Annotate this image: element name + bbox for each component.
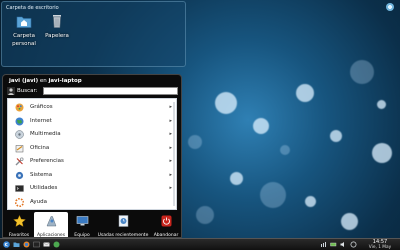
office-icon xyxy=(15,144,24,152)
menu-item-label: Oficina xyxy=(30,144,50,151)
internet-icon xyxy=(15,117,24,125)
menu-item-label: Sistema xyxy=(30,171,53,178)
trash-icon xyxy=(53,15,61,28)
desktop-icon-home[interactable]: Carpeta personal xyxy=(7,13,41,47)
network-icon[interactable] xyxy=(320,241,327,248)
desktop-icon-home-label-2: personal xyxy=(12,40,36,47)
folder-view-widget: Carpeta de escritorio Carpeta personal P… xyxy=(1,1,186,67)
computer-icon xyxy=(76,216,88,226)
menu-item-label: Preferencias xyxy=(30,158,64,164)
user-connector: en xyxy=(39,78,47,84)
menu-item-sistema[interactable]: Sistema ▸ xyxy=(10,169,174,182)
user-name: javi (javi) xyxy=(9,78,39,84)
application-launcher-menu: javi (javi) en javi-laptop Buscar: Gráfi… xyxy=(2,74,182,238)
submenu-arrow-icon: ▸ xyxy=(169,131,172,137)
host-name: javi-laptop xyxy=(48,78,82,84)
notifications-icon[interactable] xyxy=(350,241,357,248)
tab-favoritos[interactable]: Favoritos xyxy=(6,212,32,238)
menu-scrollbar[interactable] xyxy=(173,102,175,206)
menu-item-label: Utilidades xyxy=(30,185,58,191)
preferences-icon xyxy=(15,157,24,166)
file-manager-icon[interactable] xyxy=(13,241,20,248)
submenu-arrow-icon: ▸ xyxy=(169,158,172,164)
clock-date: Vie, 1 May xyxy=(368,245,392,250)
desktop-icon-trash-label: Papelera xyxy=(45,33,69,39)
web-browser-icon[interactable] xyxy=(23,241,30,248)
submenu-arrow-icon: ▸ xyxy=(169,185,172,191)
chat-icon[interactable] xyxy=(53,241,60,248)
menu-item-label: Multimedia xyxy=(30,131,61,137)
application-category-list: Gráficos ▸ Internet ▸ Multimedia ▸ Ofici… xyxy=(7,98,177,210)
system-icon xyxy=(15,171,24,179)
help-icon xyxy=(15,197,24,207)
search-input[interactable] xyxy=(43,87,178,95)
submenu-arrow-icon: ▸ xyxy=(169,144,172,151)
menu-item-label: Ayuda xyxy=(30,198,47,205)
graphics-icon xyxy=(15,103,24,112)
tab-equipo[interactable]: Equipo xyxy=(70,212,94,238)
clock[interactable]: 14:57 Vie, 1 May xyxy=(362,239,398,250)
submenu-arrow-icon: ▸ xyxy=(169,104,172,110)
menu-item-label: Gráficos xyxy=(30,104,53,110)
recent-icon xyxy=(118,215,128,227)
menu-item-label: Internet xyxy=(30,117,52,124)
utilities-icon xyxy=(15,185,24,192)
star-icon xyxy=(12,215,26,227)
battery-icon[interactable] xyxy=(330,241,337,248)
submenu-arrow-icon: ▸ xyxy=(169,117,172,124)
multimedia-icon xyxy=(15,130,24,139)
tab-usadas-recientemente[interactable]: Usadas recientemente xyxy=(96,212,150,238)
menu-item-graficos[interactable]: Gráficos ▸ xyxy=(10,101,174,114)
email-icon[interactable] xyxy=(43,241,50,248)
desktop-toolbox-icon[interactable] xyxy=(386,3,394,11)
user-avatar-icon xyxy=(7,87,15,95)
search-row: Buscar: xyxy=(6,87,178,96)
volume-icon[interactable] xyxy=(340,241,347,248)
user-line: javi (javi) en javi-laptop xyxy=(9,78,82,84)
power-icon xyxy=(161,215,171,227)
submenu-arrow-icon: ▸ xyxy=(169,171,172,178)
tab-abandonar[interactable]: Abandonar xyxy=(152,212,180,238)
applications-icon xyxy=(46,216,56,227)
menu-item-multimedia[interactable]: Multimedia ▸ xyxy=(10,128,174,141)
tab-aplicaciones[interactable]: Aplicaciones xyxy=(34,212,68,238)
desktop-icon-home-label-1: Carpeta xyxy=(13,33,35,39)
search-label: Buscar: xyxy=(17,88,38,94)
desktop-icon-trash[interactable]: Papelera xyxy=(40,13,74,40)
terminal-icon[interactable] xyxy=(33,241,40,248)
kde-launcher-icon[interactable] xyxy=(3,241,10,248)
menu-item-utilidades[interactable]: Utilidades ▸ xyxy=(10,182,174,195)
home-folder-icon xyxy=(16,16,32,28)
menu-item-ayuda[interactable]: Ayuda xyxy=(10,196,174,209)
menu-item-preferencias[interactable]: Preferencias ▸ xyxy=(10,155,174,168)
launcher-tabs: Favoritos Aplicaciones Equipo Usadas rec… xyxy=(4,212,181,238)
menu-item-oficina[interactable]: Oficina ▸ xyxy=(10,142,174,155)
menu-item-internet[interactable]: Internet ▸ xyxy=(10,115,174,128)
taskbar: 14:57 Vie, 1 May xyxy=(0,238,400,250)
